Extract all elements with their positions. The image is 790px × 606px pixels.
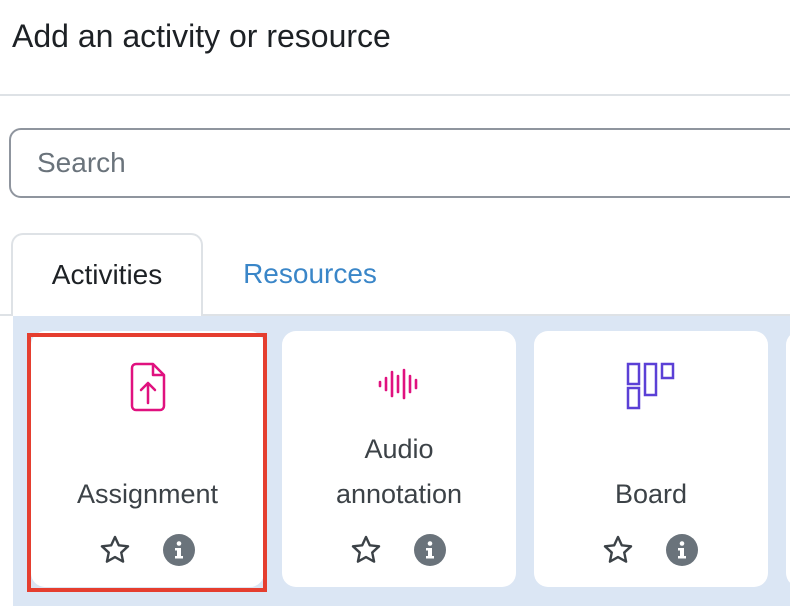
search-input[interactable] xyxy=(9,128,790,198)
header-divider xyxy=(0,94,790,96)
tab-activities-label: Activities xyxy=(51,258,163,290)
module-name: Board xyxy=(614,479,688,509)
module-card-partial[interactable] xyxy=(786,331,790,587)
module-card-board[interactable]: Board xyxy=(534,331,768,587)
module-card-audio-annotation[interactable]: Audio annotation xyxy=(282,331,516,587)
modal-title: Add an activity or resource xyxy=(12,18,391,54)
tab-resources[interactable]: Resources xyxy=(210,235,410,315)
module-name-line-2: annotation xyxy=(335,479,463,509)
star-icon[interactable] xyxy=(600,532,636,568)
board-columns-icon xyxy=(626,361,676,411)
info-icon[interactable] xyxy=(161,532,197,568)
module-card-assignment[interactable]: Assignment xyxy=(31,331,264,587)
info-icon[interactable] xyxy=(664,532,700,568)
star-icon[interactable] xyxy=(97,532,133,568)
tab-resources-label: Resources xyxy=(243,258,377,289)
module-name: Assignment xyxy=(76,479,219,509)
assignment-upload-icon xyxy=(128,361,168,413)
star-icon[interactable] xyxy=(348,532,384,568)
module-name-line-1: Audio xyxy=(364,434,434,464)
tab-activities[interactable]: Activities xyxy=(11,233,203,316)
audio-waveform-icon xyxy=(377,367,421,401)
info-icon[interactable] xyxy=(412,532,448,568)
